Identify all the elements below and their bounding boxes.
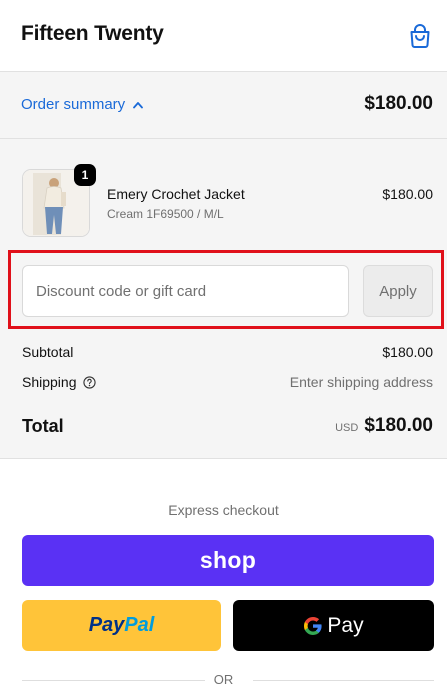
total-amount: USD $180.00 [335, 415, 433, 437]
total-label: Total [22, 416, 64, 436]
google-pay-label: Pay [327, 613, 364, 637]
product-price: $180.00 [382, 186, 433, 202]
subtotal-label: Subtotal [22, 344, 74, 360]
store-name[interactable]: Fifteen Twenty [21, 22, 164, 46]
quantity-badge: 1 [74, 164, 96, 186]
divider-line-right [253, 680, 434, 681]
checkout-header: Fifteen Twenty [0, 0, 447, 72]
shipping-row: Shipping [22, 374, 96, 390]
chevron-up-icon [133, 101, 144, 108]
express-checkout-title: Express checkout [168, 502, 279, 518]
shipping-value: Enter shipping address [289, 374, 433, 390]
product-variant: Cream 1F69500 / M/L [107, 207, 224, 221]
order-summary-panel: 1 Emery Crochet Jacket Cream 1F69500 / M… [0, 139, 447, 459]
subtotal-value: $180.00 [382, 344, 433, 360]
shop-pay-button[interactable]: shop [22, 535, 434, 586]
paypal-label-part1: Pay [88, 614, 125, 636]
order-summary-total: $180.00 [364, 93, 433, 114]
total-value: $180.00 [364, 415, 433, 436]
discount-code-input[interactable]: Discount code or gift card [22, 265, 349, 317]
google-g-icon [304, 616, 323, 635]
order-summary-toggle[interactable]: Order summary [21, 96, 144, 113]
total-currency: USD [335, 422, 359, 434]
product-name: Emery Crochet Jacket [107, 186, 245, 202]
paypal-label-part2: Pal [124, 614, 155, 636]
paypal-logo: PayPal [89, 614, 155, 637]
shopping-bag-icon[interactable] [409, 24, 431, 48]
order-summary-bar[interactable]: Order summary $180.00 [0, 72, 447, 139]
shop-pay-label: shop [199, 547, 257, 573]
order-summary-label: Order summary [21, 96, 126, 113]
help-circle-icon[interactable] [82, 375, 96, 389]
apply-discount-button[interactable]: Apply [363, 265, 433, 317]
google-pay-button[interactable]: Pay [233, 600, 434, 651]
shipping-label: Shipping [22, 374, 77, 390]
paypal-button[interactable]: PayPal [22, 600, 221, 651]
